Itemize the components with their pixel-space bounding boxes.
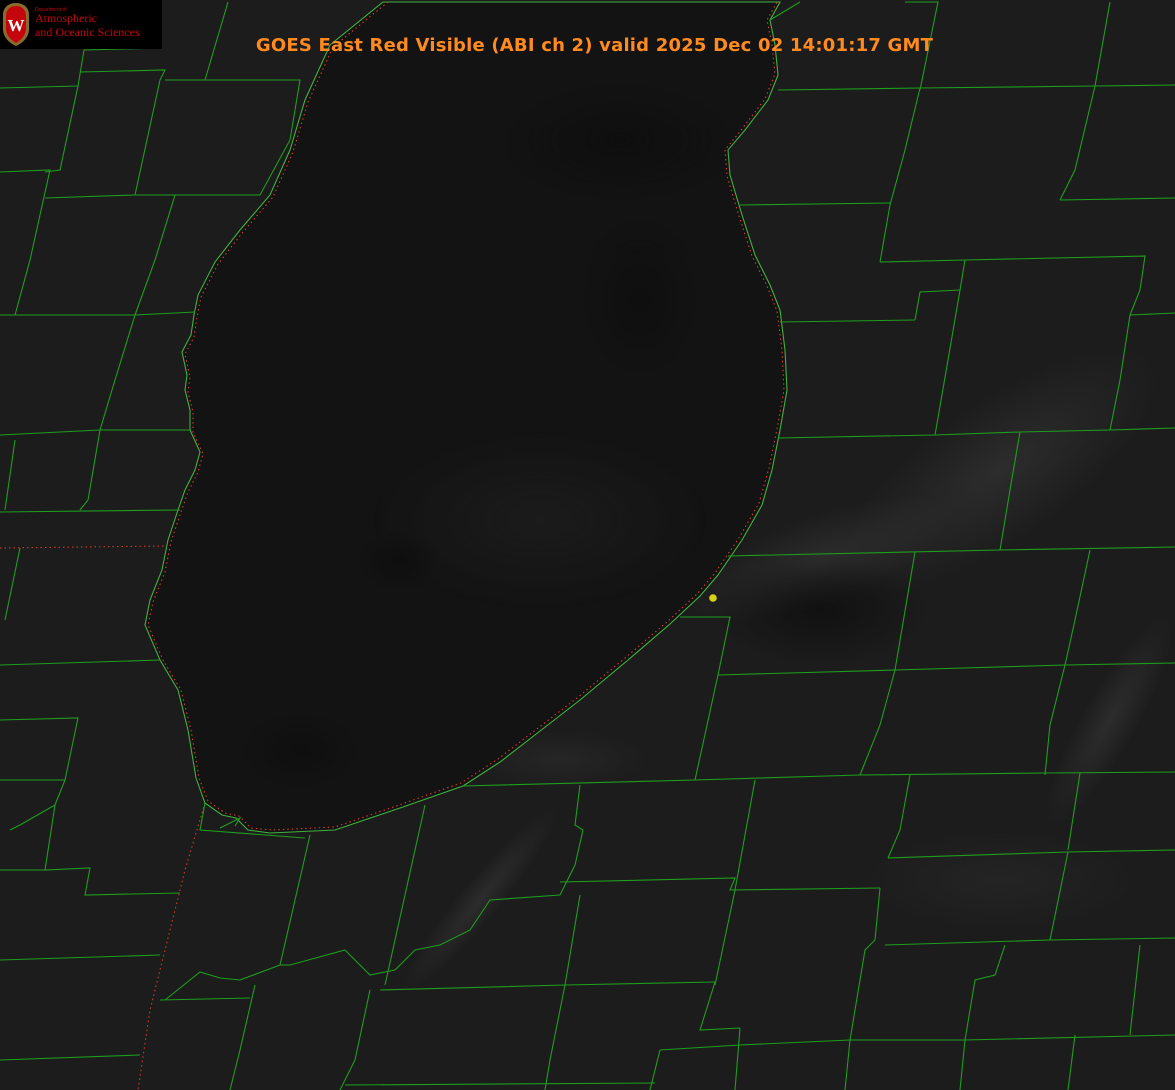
logo-line1: Atmospheric — [35, 11, 97, 25]
satellite-map — [0, 0, 1175, 1090]
satellite-image-viewer: W Department of Atmospheric and Oceanic … — [0, 0, 1175, 1090]
image-title: GOES East Red Visible (ABI ch 2) valid 2… — [255, 35, 934, 56]
station-marker — [709, 594, 717, 602]
crest-letter: W — [8, 16, 25, 35]
